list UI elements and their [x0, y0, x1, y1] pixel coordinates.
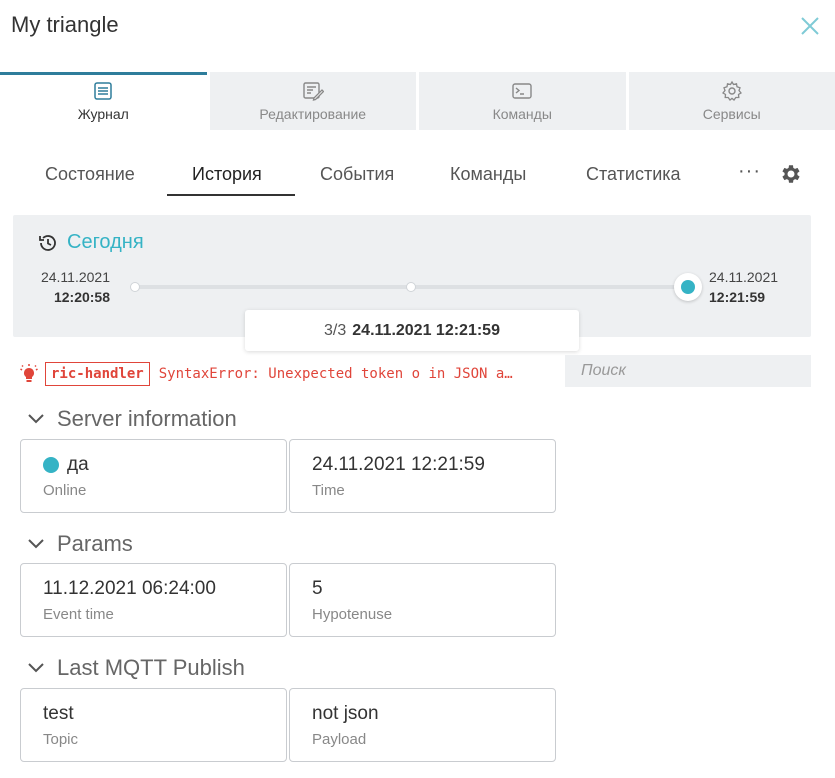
- timeline-start: 24.11.2021 12:20:58: [32, 267, 110, 307]
- section-last-mqtt-publish[interactable]: Last MQTT Publish: [27, 655, 245, 681]
- tab-services-label: Сервисы: [702, 106, 761, 122]
- field-label: Hypotenuse: [312, 606, 393, 623]
- field-label: Online: [43, 482, 87, 499]
- timeline-end-date: 24.11.2021: [709, 269, 779, 285]
- tab-commands[interactable]: Команды: [419, 72, 626, 130]
- section-params[interactable]: Params: [27, 531, 133, 557]
- field-card-online: да Online: [20, 439, 287, 513]
- subtab-statistics[interactable]: Статистика: [586, 164, 681, 185]
- timeline-point[interactable]: [130, 282, 140, 292]
- field-card-payload: not json Payload: [289, 688, 556, 762]
- subtab-state[interactable]: Состояние: [45, 164, 135, 185]
- field-label: Time: [312, 482, 345, 499]
- close-icon[interactable]: [797, 13, 823, 39]
- field-label: Topic: [43, 731, 79, 748]
- timeline-end: 24.11.2021 12:21:59: [709, 267, 791, 307]
- position-counter: 3/3: [324, 321, 347, 339]
- section-server-information[interactable]: Server information: [27, 406, 237, 432]
- field-value: test: [43, 703, 74, 724]
- lightbulb-icon: [20, 364, 38, 382]
- online-value: да: [67, 454, 89, 475]
- tab-journal[interactable]: Журнал: [0, 72, 207, 130]
- field-card-topic: test Topic: [20, 688, 287, 762]
- subtab-commands[interactable]: Команды: [450, 164, 526, 185]
- period-label: Сегодня: [67, 231, 144, 253]
- timeline-track[interactable]: [130, 273, 702, 301]
- journal-icon: [94, 82, 112, 100]
- field-value: 5: [312, 578, 323, 599]
- error-banner: ric-handler SyntaxError: Unexpected toke…: [20, 360, 513, 388]
- timeline-end-time: 12:21:59: [709, 289, 766, 305]
- chevron-down-icon: [28, 414, 44, 424]
- field-card-time: 24.11.2021 12:21:59 Time: [289, 439, 556, 513]
- field-value: 24.11.2021 12:21:59: [312, 454, 485, 475]
- section-title: Last MQTT Publish: [57, 655, 245, 680]
- services-gear-icon: [721, 80, 742, 101]
- position-time: 24.11.2021 12:21:59: [352, 321, 500, 339]
- subtab-history[interactable]: История: [192, 164, 262, 185]
- tab-services[interactable]: Сервисы: [628, 72, 835, 130]
- main-tabs: Журнал Редактирование Команды Сервисы: [0, 72, 835, 130]
- timeline-start-date: 24.11.2021: [40, 269, 110, 285]
- more-menu-button[interactable]: ···: [738, 160, 761, 183]
- subtab-events[interactable]: События: [320, 164, 394, 185]
- error-message: SyntaxError: Unexpected token o in JSON …: [158, 366, 513, 382]
- edit-icon: [303, 82, 324, 101]
- field-value: 11.12.2021 06:24:00: [43, 578, 216, 599]
- field-card-event-time: 11.12.2021 06:24:00 Event time: [20, 563, 287, 637]
- field-value: да: [43, 454, 89, 476]
- terminal-icon: [512, 83, 532, 99]
- timeline-point[interactable]: [406, 282, 416, 292]
- history-clock-icon: [39, 234, 56, 251]
- timeline-start-time: 12:20:58: [53, 289, 110, 305]
- field-label: Payload: [312, 731, 367, 748]
- tab-editing[interactable]: Редактирование: [209, 72, 416, 130]
- section-title: Params: [57, 531, 133, 556]
- timeline-slider-handle[interactable]: [674, 273, 702, 301]
- active-subtab-underline: [167, 194, 295, 196]
- chevron-down-icon: [28, 539, 44, 549]
- sub-tabs: Состояние История События Команды Статис…: [0, 150, 835, 198]
- panel-header: My triangle: [0, 0, 835, 56]
- field-label: Event time: [43, 606, 114, 623]
- status-dot-icon: [43, 457, 59, 473]
- tab-editing-label: Редактирование: [259, 106, 367, 122]
- chevron-down-icon: [28, 663, 44, 673]
- tab-journal-label: Журнал: [77, 106, 129, 122]
- timeline-position-tooltip: 3/3 24.11.2021 12:21:59: [245, 310, 579, 351]
- search-input[interactable]: [565, 355, 811, 387]
- period-selector[interactable]: Сегодня: [37, 231, 144, 254]
- settings-gear-icon[interactable]: [779, 162, 803, 186]
- field-value: not json: [312, 703, 379, 724]
- tab-commands-label: Команды: [492, 106, 552, 122]
- panel-title: My triangle: [11, 12, 119, 37]
- error-handler-tag[interactable]: ric-handler: [45, 362, 150, 386]
- section-title: Server information: [57, 406, 237, 431]
- field-card-hypotenuse: 5 Hypotenuse: [289, 563, 556, 637]
